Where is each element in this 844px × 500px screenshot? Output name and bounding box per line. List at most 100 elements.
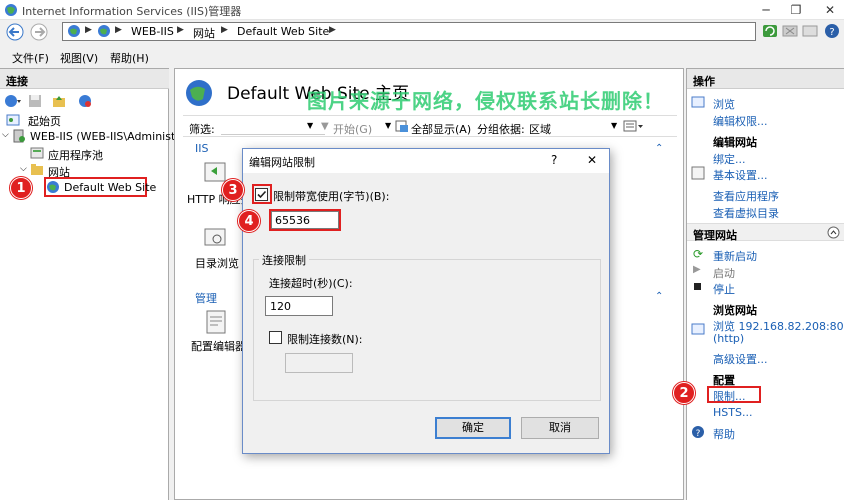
- start-filter-button[interactable]: 开始(G): [333, 121, 372, 137]
- connections-pane: 连接 起始页 ⌵ WEB-IIS (WEB-IIS\Administr 应用程序…: [0, 68, 180, 500]
- restart-icon: ⟳: [693, 247, 704, 261]
- breadcrumb-separator: ▶: [221, 25, 228, 35]
- start-icon: ▶: [693, 264, 701, 275]
- site-globe-icon: [46, 180, 60, 194]
- collapse-chevron-icon[interactable]: ⌵: [2, 130, 9, 140]
- directory-browsing-label[interactable]: 目录浏览: [195, 255, 239, 271]
- close-window-icon[interactable]: ✕: [822, 2, 838, 18]
- forward-arrow-icon[interactable]: [30, 23, 48, 41]
- directory-browsing-icon[interactable]: [203, 225, 229, 251]
- cancel-button[interactable]: 取消: [521, 417, 599, 439]
- show-all-icon: [395, 119, 409, 133]
- action-view-applications[interactable]: 查看应用程序: [713, 188, 779, 204]
- max-connections-input: [285, 353, 353, 373]
- collapse-chevron-icon[interactable]: ⌵: [20, 164, 27, 174]
- action-basic-settings[interactable]: 基本设置...: [713, 167, 768, 183]
- connect-globe-icon[interactable]: [4, 94, 22, 108]
- config-editor-label[interactable]: 配置编辑器: [191, 338, 246, 354]
- help-circle-icon: ?: [691, 425, 705, 439]
- breadcrumb-separator: ▶: [177, 25, 184, 35]
- bandwidth-input[interactable]: 65536: [271, 211, 339, 229]
- site-home-globe-icon: [185, 79, 213, 107]
- dropdown-arrow-icon[interactable]: ▼: [611, 121, 617, 130]
- save-icon[interactable]: [28, 94, 42, 108]
- menu-bar: 文件(F) 视图(V) 帮助(H): [0, 46, 844, 66]
- filter-bar: 筛选: ▼ ▼ 开始(G) ▼ 全部显示(A) 分组依据: 区域 ▼: [183, 115, 677, 137]
- connections-toolbar: [2, 93, 166, 111]
- breadcrumb-separator: ▶: [115, 25, 122, 35]
- sites-folder-icon: [30, 162, 44, 176]
- minimize-icon[interactable]: ─: [758, 2, 774, 18]
- action-help[interactable]: 帮助: [713, 426, 735, 442]
- action-hsts[interactable]: HSTS...: [713, 406, 752, 419]
- home-icon[interactable]: [802, 23, 818, 39]
- manage-site-heading: 管理网站: [693, 229, 737, 242]
- action-advanced-settings[interactable]: 高级设置...: [713, 351, 768, 367]
- timeout-label: 连接超时(秒)(C):: [269, 277, 353, 290]
- show-all-button[interactable]: 全部显示(A): [411, 121, 471, 137]
- server-icon: [12, 129, 26, 143]
- browse-site-icon: [691, 322, 705, 336]
- edit-site-limits-dialog: 编辑网站限制 ? ✕ 限制带宽使用(字节)(B): 65536 连接限制 连接超…: [242, 148, 610, 454]
- dialog-title: 编辑网站限制: [249, 156, 315, 169]
- folder-up-icon[interactable]: [52, 94, 66, 108]
- tree-server[interactable]: WEB-IIS (WEB-IIS\Administr: [30, 130, 180, 143]
- browse-site-heading: 浏览网站: [713, 304, 757, 317]
- view-toggle-icon[interactable]: [623, 119, 645, 133]
- action-edit-permissions[interactable]: 编辑权限...: [713, 113, 768, 129]
- watermark-text: 图片来源于网络，侵权联系站长删除！: [307, 89, 664, 113]
- action-stop[interactable]: 停止: [713, 281, 735, 297]
- refresh-icon[interactable]: [762, 23, 778, 39]
- limit-bandwidth-checkbox[interactable]: [255, 188, 268, 201]
- dialog-title-bar: 编辑网站限制 ? ✕: [243, 149, 609, 173]
- connections-header: 连接: [0, 69, 169, 89]
- annotation-badge-3: 3: [222, 179, 244, 201]
- annotation-badge-1: 1: [10, 177, 32, 199]
- ok-button[interactable]: 确定: [435, 417, 511, 439]
- action-view-virtual-dirs[interactable]: 查看虚拟目录: [713, 205, 779, 221]
- group-by-label: 分组依据:: [477, 123, 525, 136]
- limit-connections-label[interactable]: 限制连接数(N):: [287, 331, 363, 347]
- svg-text:?: ?: [829, 27, 834, 38]
- action-start: 启动: [713, 267, 735, 280]
- address-field[interactable]: ▶ ▶ WEB-IIS ▶ 网站 ▶ Default Web Site ▶: [62, 22, 756, 41]
- dropdown-arrow-icon[interactable]: ▼: [385, 121, 391, 130]
- menu-help[interactable]: 帮助(H): [110, 50, 149, 66]
- menu-view[interactable]: 视图(V): [60, 50, 98, 66]
- server-globe-icon: [97, 24, 111, 38]
- action-limits[interactable]: 限制...: [713, 388, 746, 404]
- breadcrumb-site[interactable]: Default Web Site: [237, 25, 329, 38]
- breadcrumb-sites[interactable]: 网站: [193, 25, 215, 41]
- timeout-input[interactable]: 120: [265, 296, 333, 316]
- action-browse[interactable]: 浏览: [713, 96, 735, 112]
- tree-start-page[interactable]: 起始页: [28, 113, 61, 129]
- menu-file[interactable]: 文件(F): [12, 50, 49, 66]
- help-icon[interactable]: ?: [824, 23, 840, 39]
- dialog-help-button[interactable]: ?: [551, 153, 557, 167]
- tree-default-web-site[interactable]: Default Web Site: [64, 181, 156, 194]
- dropdown-arrow-icon[interactable]: ▼: [307, 121, 313, 130]
- manage-site-header-bar: 管理网站: [687, 223, 844, 242]
- collapse-circle-icon[interactable]: [827, 226, 840, 239]
- dialog-close-button[interactable]: ✕: [587, 153, 597, 167]
- group-by-select[interactable]: 区域: [529, 121, 551, 137]
- back-arrow-icon[interactable]: [6, 23, 24, 41]
- section-iis: IIS: [195, 142, 209, 155]
- action-browse-protocol[interactable]: (http): [713, 332, 744, 345]
- stop-icon[interactable]: [782, 23, 798, 39]
- collapse-section-icon[interactable]: ⌃: [655, 291, 663, 302]
- action-bindings[interactable]: 绑定...: [713, 151, 746, 167]
- tree-app-pools[interactable]: 应用程序池: [48, 147, 103, 163]
- app-pool-icon: [30, 146, 44, 160]
- section-manage: 管理: [195, 292, 217, 305]
- action-restart[interactable]: 重新启动: [713, 248, 757, 264]
- collapse-section-icon[interactable]: ⌃: [655, 143, 663, 154]
- disconnect-icon[interactable]: [78, 94, 92, 108]
- basic-settings-icon: [691, 166, 705, 180]
- breadcrumb-server[interactable]: WEB-IIS: [131, 25, 174, 38]
- breadcrumb-separator: ▶: [85, 25, 92, 35]
- config-editor-icon[interactable]: [205, 309, 227, 335]
- limit-bandwidth-label[interactable]: 限制带宽使用(字节)(B):: [273, 188, 389, 204]
- maximize-icon[interactable]: ❐: [788, 2, 804, 18]
- limit-connections-checkbox[interactable]: [269, 331, 282, 344]
